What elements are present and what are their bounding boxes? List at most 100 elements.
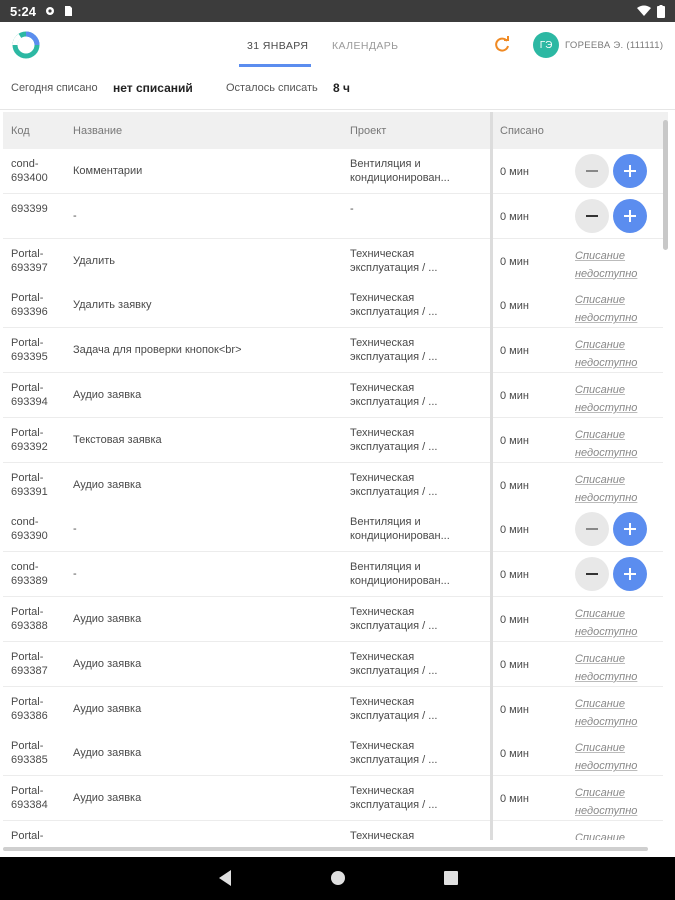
task-code: Portal-693386 (11, 695, 48, 722)
task-name: Аудио заявка (73, 389, 142, 401)
task-project: Техническая эксплуатация / ... (350, 695, 438, 722)
unavailable-line-2: недоступно (575, 446, 638, 459)
unavailable-line-2: недоступно (575, 715, 638, 728)
unavailable-line-1: Списание (575, 384, 626, 396)
logging-unavailable-link[interactable]: Списаниенедоступно (575, 336, 637, 372)
task-name: - (73, 568, 77, 581)
unavailable-line-1: Списание (575, 742, 626, 755)
task-time-logged: 0 мин (500, 255, 529, 268)
app-logo-icon (12, 31, 40, 59)
recents-icon[interactable] (443, 869, 459, 887)
unavailable-line-2: недоступно (575, 626, 638, 638)
table-row[interactable]: Portal-693386 Аудио заявка Техническая экс… (3, 686, 663, 732)
avatar[interactable]: ГЭ (533, 32, 559, 58)
decrease-time-button[interactable] (575, 512, 609, 547)
logging-unavailable-link[interactable]: Списаниенедоступно (575, 381, 637, 417)
refresh-icon[interactable] (492, 35, 512, 55)
task-code: cond-693390 (11, 516, 48, 543)
task-time-logged: 0 мин (500, 793, 529, 806)
header-name: Название (73, 125, 123, 137)
task-project: Вентиляция и кондиционирован... (350, 516, 450, 543)
task-time-logged: 0 мин (500, 569, 529, 582)
home-icon[interactable] (330, 869, 346, 887)
table-row[interactable]: Portal-693388 Аудио заявка Техническая экс… (3, 597, 663, 642)
sd-card-icon (65, 6, 73, 16)
task-time-logged: 0 мин (500, 210, 529, 223)
plus-icon (624, 165, 636, 177)
unavailable-line-1: Списание (575, 249, 626, 262)
task-code: 693399 (11, 202, 48, 215)
increase-time-button[interactable] (613, 512, 647, 547)
decrease-time-button[interactable] (575, 154, 609, 188)
task-code: Portal-693394 (11, 382, 48, 408)
tab-calendar[interactable]: КАЛЕНДАРЬ (332, 40, 398, 52)
task-name: Удалить (73, 254, 115, 267)
table-row[interactable]: Portal- - Техническая Списаниенедоступно (3, 821, 663, 840)
table-row[interactable]: Portal-693391 Аудио заявка Техническая экс… (3, 462, 663, 508)
task-code: Portal-693385 (11, 740, 48, 767)
logging-unavailable-link[interactable]: Списаниенедоступно (575, 247, 637, 283)
back-icon[interactable] (217, 869, 233, 887)
logging-unavailable-link[interactable]: Списаниенедоступно (575, 784, 637, 820)
logging-unavailable-link[interactable]: Списаниенедоступно (575, 695, 637, 731)
decrease-time-button[interactable] (575, 557, 609, 592)
task-name: Текстовая заявка (73, 433, 162, 446)
task-code: Portal-693391 (11, 471, 48, 498)
increase-time-button[interactable] (613, 557, 647, 592)
increase-time-button[interactable] (613, 154, 647, 188)
table-row[interactable]: 693399 - - 0 мин (3, 193, 663, 239)
table-row[interactable]: Portal-693394 Аудио заявка Техническая экс… (3, 373, 663, 418)
active-tab-indicator (239, 64, 311, 67)
user-name[interactable]: ГОРЕЕВА Э. (111111) (565, 40, 663, 51)
tasks-table: Код Название Проект Списано cond-693400 К… (3, 112, 668, 840)
task-project: Техническая эксплуатация / ... (350, 650, 438, 677)
table-row[interactable]: Portal-693387 Аудио заявка Техническая экс… (3, 641, 663, 687)
logging-unavailable-link[interactable]: Списаниенедоступно (575, 650, 637, 686)
task-name: Аудио заявка (73, 702, 142, 715)
logging-unavailable-link[interactable]: Списаниенедоступно (575, 829, 637, 840)
increase-time-button[interactable] (613, 198, 647, 233)
task-project: Техническая эксплуатация / ... (350, 471, 438, 498)
plus-icon (624, 568, 636, 581)
table-row[interactable]: Portal-693395 Задача для проверки кнопок<… (3, 328, 663, 374)
vertical-scrollbar[interactable] (663, 120, 668, 250)
summary-bar: Сегодня списано нет списаний Осталось сп… (0, 68, 675, 110)
table-row[interactable]: cond-693389 - Вентиляция и кондиционирован… (3, 552, 663, 598)
logging-unavailable-link[interactable]: Списаниенедоступно (575, 605, 637, 641)
task-project: Техническая эксплуатация / ... (350, 606, 438, 632)
plus-icon (624, 209, 636, 222)
table-row[interactable]: Portal-693397 Удалить Техническая эксплуат… (3, 238, 663, 284)
header-code: Код (11, 125, 30, 137)
task-project: Техническая эксплуатация / ... (350, 426, 438, 453)
wifi-icon (637, 5, 651, 16)
today-logged-label: Сегодня списано (11, 82, 98, 94)
task-name: Задача для проверки кнопок<br> (73, 344, 242, 357)
logging-unavailable-link[interactable]: Списаниенедоступно (575, 291, 637, 327)
task-name: Аудио заявка (73, 613, 142, 625)
task-time-logged: 0 мин (500, 300, 529, 313)
table-row[interactable]: Portal-693392 Текстовая заявка Техническая… (3, 417, 663, 463)
table-row[interactable]: cond-693390 - Вентиляция и кондиционирован… (3, 507, 663, 553)
logging-unavailable-link[interactable]: Списаниенедоступно (575, 426, 637, 462)
table-row[interactable]: Portal-693385 Аудио заявка Техническая экс… (3, 731, 663, 777)
table-row[interactable]: Portal-693396 Удалить заявку Техническая э… (3, 283, 663, 329)
task-code: Portal-693396 (11, 292, 48, 319)
battery-icon (657, 4, 665, 18)
horizontal-scrollbar[interactable] (3, 847, 648, 851)
task-code: Portal-693397 (11, 247, 48, 274)
task-name: Удалить заявку (73, 299, 152, 312)
unavailable-line-1: Списание (575, 473, 626, 486)
unavailable-line-1: Списание (575, 832, 626, 840)
task-time-logged: 0 мин (500, 658, 529, 671)
status-time: 5:24 (10, 3, 37, 19)
table-row[interactable]: Portal-693384 Аудио заявка Техническая экс… (3, 776, 663, 822)
task-project: - (350, 202, 354, 215)
logging-unavailable-link[interactable]: Списаниенедоступно (575, 471, 637, 507)
unavailable-line-1: Списание (575, 294, 626, 307)
tab-today[interactable]: 31 ЯНВАРЯ (247, 40, 308, 52)
app-header: 31 ЯНВАРЯ КАЛЕНДАРЬ ГЭ ГОРЕЕВА Э. (11111… (0, 22, 675, 68)
table-row[interactable]: cond-693400 Комментарии Вентиляция и конди… (3, 149, 663, 194)
logging-unavailable-link[interactable]: Списаниенедоступно (575, 739, 637, 775)
avatar-initials: ГЭ (539, 39, 553, 51)
decrease-time-button[interactable] (575, 198, 609, 233)
